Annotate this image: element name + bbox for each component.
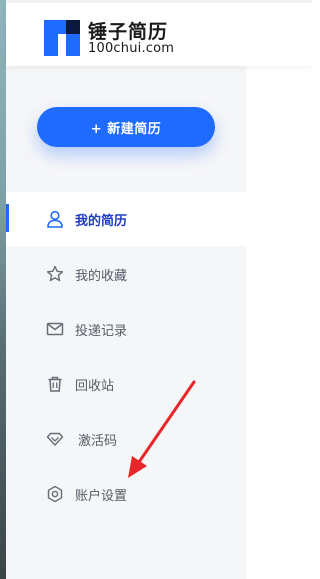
sidebar-item-my-resumes[interactable]: 我的简历 (6, 192, 246, 246)
sidebar-item-label: 我的简历 (75, 213, 128, 229)
top-divider (6, 0, 312, 3)
brand-domain: 100chui.com (88, 41, 175, 56)
sidebar-item-recycle-bin[interactable]: 回收站 (6, 357, 246, 411)
gear-icon (46, 485, 64, 503)
main-content (246, 66, 312, 579)
star-icon (46, 265, 64, 283)
sidebar-item-favorites[interactable]: 我的收藏 (6, 247, 246, 301)
sidebar: + 新建简历 我的简历 我的收藏 投递记录 回收站 激活码 账户设置 (6, 66, 246, 579)
sidebar-item-label: 回收站 (75, 378, 115, 394)
sidebar-item-label: 投递记录 (75, 323, 128, 339)
sidebar-item-account-settings[interactable]: 账户设置 (6, 467, 246, 521)
brand-name: 锤子简历 (88, 21, 169, 43)
sidebar-item-label: 激活码 (78, 433, 118, 449)
new-resume-button[interactable]: + 新建简历 (37, 107, 215, 147)
sidebar-item-label: 我的收藏 (75, 268, 128, 284)
sidebar-item-activation-code[interactable]: 激活码 (6, 412, 246, 466)
app-window: 锤子简历 100chui.com + 新建简历 我的简历 我的收藏 投递记录 回… (0, 0, 312, 579)
mail-icon (46, 320, 64, 338)
sidebar-item-label: 账户设置 (75, 488, 128, 504)
user-icon (46, 210, 64, 228)
diamond-icon (46, 430, 64, 448)
header: 锤子简历 100chui.com (6, 0, 312, 66)
brand-logo-icon (44, 20, 80, 56)
sidebar-item-delivery-records[interactable]: 投递记录 (6, 302, 246, 356)
logo[interactable]: 锤子简历 100chui.com (44, 16, 184, 56)
trash-icon (46, 375, 64, 393)
